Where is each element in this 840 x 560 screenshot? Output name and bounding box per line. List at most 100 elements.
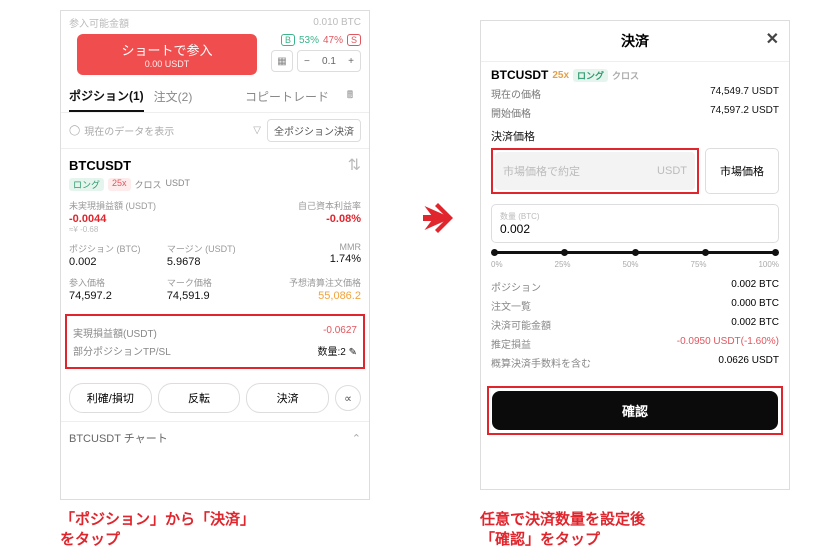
mmr-label: MMR xyxy=(265,242,361,252)
liq-label: 予想清算注文価格 xyxy=(265,276,361,289)
margin-label: マージン (USDT) xyxy=(167,242,263,255)
chart-footer[interactable]: BTCUSDT チャート ⌃ xyxy=(61,421,369,454)
caption-left: 「ポジション」から「決済」 をタップ xyxy=(60,510,255,549)
info-fee-val: 0.0626 USDT xyxy=(718,355,779,370)
info-pos-val: 0.002 BTC xyxy=(731,279,779,294)
action-row: 利確/損切 反転 決済 ∝ xyxy=(61,375,369,421)
qty-value: 0.002 xyxy=(500,222,770,236)
price-placeholder: 市場価格で約定 xyxy=(503,163,580,179)
chart-label: BTCUSDT チャート xyxy=(69,430,168,446)
price-input[interactable]: 市場価格で約定 USDT xyxy=(495,152,695,190)
tabs: ポジション(1) 注文(2) コピートレード 🖩 xyxy=(61,81,369,113)
current-price: 74,549.7 USDT xyxy=(710,86,779,101)
tpsl-button[interactable]: 利確/損切 xyxy=(69,383,152,413)
info-est-label: 推定損益 xyxy=(491,336,531,351)
entry-label: 参入価格 xyxy=(69,276,165,289)
transfer-icon[interactable]: ⇅ xyxy=(348,155,361,175)
info-pos-label: ポジション xyxy=(491,279,541,294)
calc-icon[interactable]: 🖩 xyxy=(339,86,361,108)
market-price-button[interactable]: 市場価格 xyxy=(705,148,779,194)
info-avail-label: 決済可能金額 xyxy=(491,317,551,332)
tab-positions[interactable]: ポジション(1) xyxy=(69,81,144,112)
mark-label: マーク価格 xyxy=(167,276,263,289)
partial-tpsl-label: 部分ポジションTP/SL xyxy=(73,343,171,358)
positions-panel: 参入可能金額 0.010 BTC ショートで参入 0.00 USDT B 53%… xyxy=(60,10,370,500)
qty-slider[interactable]: 0% 25% 50% 75% 100% xyxy=(491,251,779,269)
dialog-cross: クロス xyxy=(612,69,639,82)
dialog-long-badge: ロング xyxy=(573,69,608,82)
qty-value: 0.1 xyxy=(322,56,336,67)
dialog-leverage: 25x xyxy=(552,70,569,81)
price-input-highlight: 市場価格で約定 USDT xyxy=(491,148,699,194)
upnl-value: -0.0044 xyxy=(69,213,165,225)
sell-pct: 47% xyxy=(323,35,343,46)
arrow-icon xyxy=(420,200,456,241)
realized-value: -0.0627 xyxy=(323,325,357,340)
circle-icon: ◯ xyxy=(69,125,80,136)
buy-pct: 53% xyxy=(299,35,319,46)
dialog-title: 決済 xyxy=(621,31,649,51)
share-icon[interactable]: ∝ xyxy=(335,385,361,411)
dialog-symbol: BTCUSDT xyxy=(491,68,548,82)
tick-50: 50% xyxy=(623,260,639,269)
cross-label: クロス xyxy=(135,178,162,191)
long-badge: ロング xyxy=(69,178,104,191)
reverse-button[interactable]: 反転 xyxy=(158,383,241,413)
dialog-header: 決済 ✕ xyxy=(481,21,789,62)
current-price-label: 現在の価格 xyxy=(491,86,541,101)
tab-orders[interactable]: 注文(2) xyxy=(154,82,193,111)
position-card: BTCUSDT ⇅ ロング 25x クロス USDT 未実現損益額 (USDT)… xyxy=(61,148,369,308)
close-dialog: 決済 ✕ BTCUSDT 25x ロング クロス 現在の価格 74,549.7 U… xyxy=(480,20,790,490)
short-entry-label: ショートで参入 xyxy=(77,40,257,59)
edit-icon[interactable]: ✎ xyxy=(349,347,357,358)
close-icon[interactable]: ✕ xyxy=(766,29,779,49)
qty-input[interactable]: 数量 (BTC) 0.002 xyxy=(491,204,779,243)
caption-right: 任意で決済数量を設定後 「確認」をタップ xyxy=(480,510,645,549)
avail-row: 参入可能金額 0.010 BTC xyxy=(61,11,369,34)
margin: 5.9678 xyxy=(167,256,263,268)
qty-label: 数量 (BTC) xyxy=(500,211,770,222)
mmr: 1.74% xyxy=(265,253,361,265)
minus-icon[interactable]: − xyxy=(304,56,310,67)
realized-label: 実現損益額(USDT) xyxy=(73,325,157,340)
upnl-label: 未実現損益額 (USDT) xyxy=(69,199,165,212)
tick-0: 0% xyxy=(491,260,503,269)
show-data-label: 現在のデータを表示 xyxy=(84,123,174,138)
roi-value: -0.08% xyxy=(265,213,361,225)
partial-qty: 数量:2 xyxy=(317,347,345,358)
filter-icon[interactable]: ▽ xyxy=(253,125,261,136)
close-button[interactable]: 決済 xyxy=(246,383,329,413)
info-orders-label: 注文一覧 xyxy=(491,298,531,313)
sell-chip: S xyxy=(347,34,361,46)
liq: 55,086.2 xyxy=(265,290,361,302)
qty-stepper[interactable]: − 0.1 + xyxy=(297,50,361,72)
mark: 74,591.9 xyxy=(167,290,263,302)
grid-icon[interactable]: ▦ xyxy=(271,50,293,72)
short-entry-button[interactable]: ショートで参入 0.00 USDT xyxy=(77,34,257,75)
quote-label: USDT xyxy=(166,178,191,191)
close-price-section: 決済価格 xyxy=(491,128,779,144)
price-unit: USDT xyxy=(657,165,687,177)
buy-chip: B xyxy=(281,34,295,46)
tick-100: 100% xyxy=(758,260,778,269)
upnl-fiat: ≈¥ -0.68 xyxy=(69,225,165,234)
avail-label: 参入可能金額 xyxy=(69,15,129,30)
roi-label: 自己資本利益率 xyxy=(265,199,361,212)
chevron-up-icon: ⌃ xyxy=(352,432,361,445)
confirm-button[interactable]: 確認 xyxy=(492,391,778,430)
short-entry-sub: 0.00 USDT xyxy=(77,59,257,69)
leverage-badge: 25x xyxy=(108,178,131,191)
info-orders-val: 0.000 BTC xyxy=(731,298,779,313)
tab-copytrade[interactable]: コピートレード xyxy=(245,82,329,111)
realized-box: 実現損益額(USDT) -0.0627 部分ポジションTP/SL 数量:2 ✎ xyxy=(65,314,365,369)
info-fee-label: 概算決済手数料を含む xyxy=(491,355,591,370)
tools-row: ◯ 現在のデータを表示 ▽ 全ポジション決済 xyxy=(61,113,369,148)
info-avail-val: 0.002 BTC xyxy=(731,317,779,332)
plus-icon[interactable]: + xyxy=(348,56,354,67)
close-all-button[interactable]: 全ポジション決済 xyxy=(267,119,361,142)
pos-btc-label: ポジション (BTC) xyxy=(69,242,165,255)
pos-btc: 0.002 xyxy=(69,256,165,268)
avail-value: 0.010 BTC xyxy=(313,17,361,28)
open-price-label: 開始価格 xyxy=(491,105,531,120)
open-price: 74,597.2 USDT xyxy=(710,105,779,120)
